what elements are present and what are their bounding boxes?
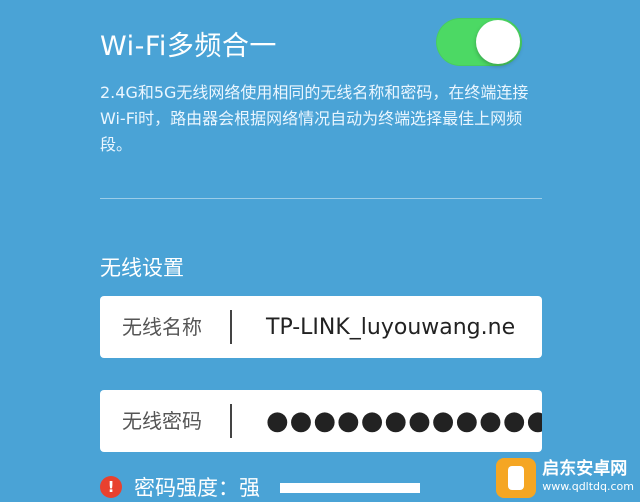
watermark-logo-icon: [496, 458, 537, 498]
wifi-merge-description: 2.4G和5G无线网络使用相同的无线名称和密码，在终端连接Wi-Fi时，路由器会…: [100, 83, 529, 154]
wireless-password-field[interactable]: 无线密码 ●●●●●●●●●●●●: [100, 390, 542, 452]
wireless-password-input[interactable]: ●●●●●●●●●●●●: [232, 406, 542, 436]
password-strength-label: 密码强度：强: [134, 476, 260, 500]
wireless-password-label: 无线密码: [100, 404, 232, 438]
password-strength-bar: [280, 483, 420, 493]
wireless-name-label: 无线名称: [100, 310, 232, 344]
wireless-name-input[interactable]: TP-LINK_luyouwang.ne: [232, 315, 542, 340]
password-strength: ! 密码强度：强: [100, 472, 260, 502]
watermark-title: 启东安卓网: [542, 459, 628, 479]
section-divider: [100, 198, 542, 199]
warning-icon: !: [100, 476, 122, 498]
toggle-knob: [476, 20, 520, 64]
wifi-merge-toggle[interactable]: [436, 18, 522, 66]
wifi-merge-title: Wi-Fi多频合一: [100, 31, 277, 62]
wireless-settings-title: 无线设置: [100, 256, 184, 280]
wireless-name-field[interactable]: 无线名称 TP-LINK_luyouwang.ne: [100, 296, 542, 358]
watermark-url: www.qdltdq.com: [542, 480, 634, 493]
watermark: 启东安卓网 www.qdltdq.com: [496, 458, 634, 498]
